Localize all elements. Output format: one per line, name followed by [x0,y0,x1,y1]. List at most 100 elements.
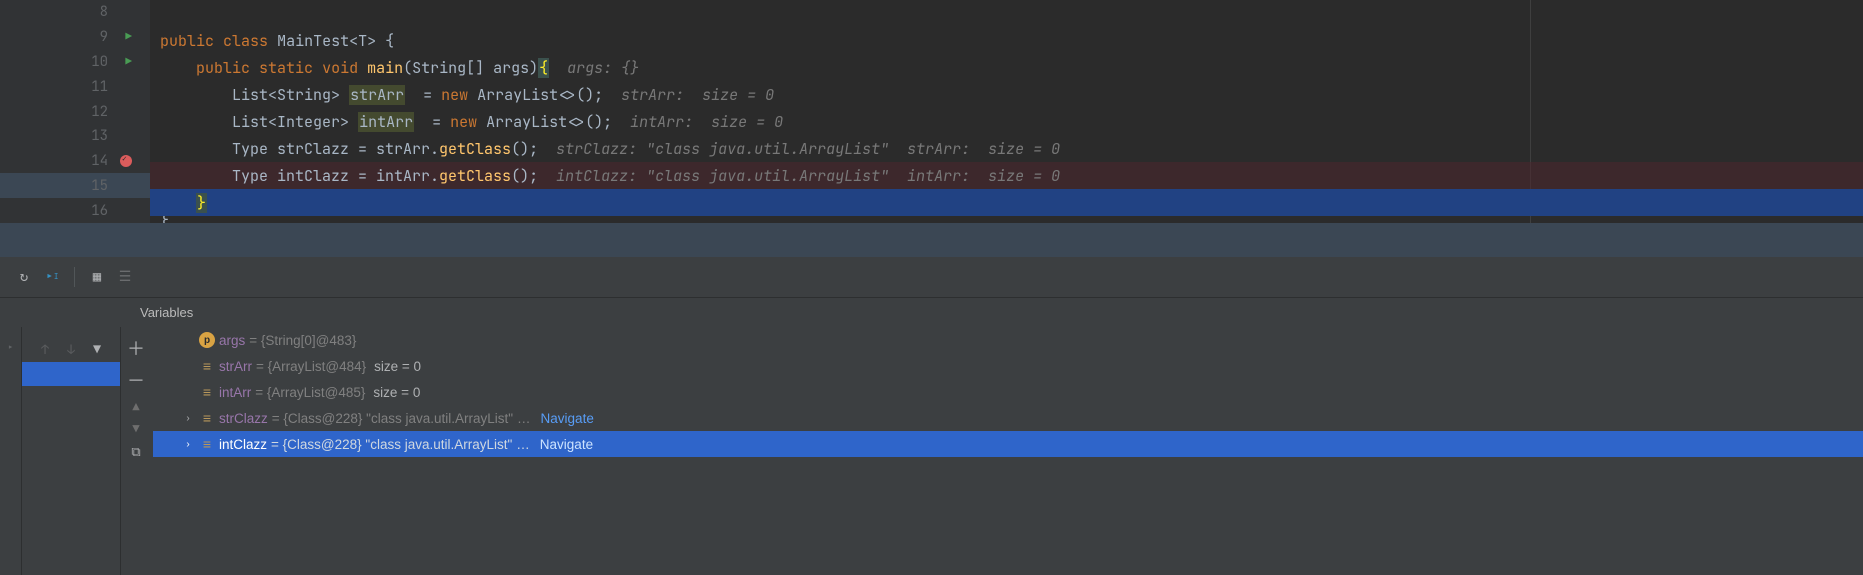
frames-toolbar: ↑ ↓ ▼ [22,327,120,575]
gutter-line-10[interactable]: 10▶ [0,50,150,75]
gutter-line-16[interactable]: 16 [0,198,150,223]
grid-icon[interactable]: ▦ [85,265,109,289]
object-icon: ≡ [199,358,215,374]
expand-chevron-icon[interactable]: › [181,413,195,424]
add-watch-icon[interactable]: ＋ [127,335,145,361]
rerun-icon[interactable]: ↻ [12,265,36,289]
variables-gutter: ＋ － ▲ ▼ ⧉ [121,327,151,575]
gutter-line-9[interactable]: 9▶ [0,25,150,50]
variable-row-args[interactable]: p args = {String[0]@483} [153,327,1863,353]
generic: <T> [349,31,376,51]
method-main: main [367,58,403,78]
variables-title: Variables [140,305,193,320]
variable-value: = {Class@228} "class java.util.ArrayList… [272,411,513,426]
gutter-line-12[interactable]: 12 [0,99,150,124]
code-line-15[interactable]: } [150,189,1863,216]
variable-row-intClazz[interactable]: › ≡ intClazz = {Class@228} "class java.ut… [153,431,1863,457]
move-up-icon[interactable]: ▲ [132,399,139,415]
code-line-14[interactable]: Type intClazz = intArr.getClass(); intCl… [150,162,1863,189]
variable-name: strArr [219,359,252,374]
copy-icon[interactable]: ⧉ [131,443,140,460]
gutter-line-11[interactable]: 11 [0,74,150,99]
variable-row-strArr[interactable]: ≡ strArr = {ArrayList@484} size = 0 [153,353,1863,379]
editor-gutter: 89▶10▶111213141516 [0,0,150,223]
chevron-right-icon[interactable]: ▸ [7,341,14,355]
code-line-11[interactable]: List<String> strArr = new ArrayList<>();… [150,81,1863,108]
inline-hint: strClazz: "class java.util.ArrayList" st… [538,139,1060,159]
variable-name: intClazz [219,437,267,452]
code-line-10[interactable]: public static void main(String[] args){ … [150,54,1863,81]
navigate-link[interactable]: Navigate [541,411,594,426]
ctor: ArrayList<>(); [468,85,603,105]
expand-chevron-icon[interactable]: › [181,439,195,450]
paren: (); [511,139,538,159]
code-editor[interactable]: 89▶10▶111213141516 public class MainTest… [0,0,1863,223]
variables-header: Variables [0,297,1863,327]
keyword-public: public [160,31,214,51]
breakpoint-icon[interactable] [120,155,132,167]
variable-row-intArr[interactable]: ≡ intArr = {ArrayList@485} size = 0 [153,379,1863,405]
variable-row-strClazz[interactable]: ›≡ strClazz = {Class@228} "class java.ut… [153,405,1863,431]
code-line-9[interactable]: public class MainTest<T> { [150,27,1863,54]
code-line-16[interactable]: } [150,216,1863,223]
equals: = [405,85,441,105]
variable-name: strClazz [219,411,268,426]
var-intarr: intArr [358,112,414,132]
ctor: ArrayList<>(); [477,112,612,132]
type: List [232,112,268,132]
ellipsis: … [517,411,531,426]
code-line-8[interactable] [150,0,1863,27]
run-gutter-icon[interactable]: ▶ [125,55,132,69]
inline-hint: intArr: size = 0 [612,112,783,132]
expr: intClazz = intArr. [277,166,439,186]
inline-hint: intClazz: "class java.util.ArrayList" in… [538,166,1060,186]
class-name: MainTest [277,31,349,51]
list-icon[interactable]: ☰ [113,265,137,289]
inline-hint: strArr: size = 0 [603,85,774,105]
keyword-static: static [259,58,313,78]
method-args: (String[] args) [403,58,538,78]
code-column[interactable]: public class MainTest<T> { public static… [150,0,1863,223]
method-getclass: getClass [439,139,511,159]
code-line-13[interactable]: Type strClazz = strArr.getClass(); strCl… [150,135,1863,162]
keyword-new: new [441,85,468,105]
object-icon: ≡ [199,384,215,400]
navigate-link[interactable]: Navigate [540,437,593,452]
keyword-class: class [223,31,268,51]
gutter-line-13[interactable]: 13 [0,124,150,149]
move-down-icon[interactable]: ▼ [132,421,139,437]
gutter-line-15[interactable]: 15 [0,173,150,198]
variable-value: = {String[0]@483} [249,333,356,348]
method-getclass: getClass [439,166,511,186]
cursor-icon[interactable]: ▸I [40,265,64,289]
frames-narrow-col: ▸ [0,327,22,575]
frame-up-icon[interactable]: ↑ [35,339,55,359]
brace-highlight: } [196,193,207,213]
gutter-line-8[interactable]: 8 [0,0,150,25]
run-gutter-icon[interactable]: ▶ [125,30,132,44]
debug-toolbar: ↻ ▸I ▦ ☰ [0,257,1863,297]
object-icon: ≡ [199,436,215,452]
type: Type [232,166,277,186]
type: <String> [268,85,340,105]
frame-down-icon[interactable]: ↓ [61,339,81,359]
brace: { [385,31,394,51]
filter-icon[interactable]: ▼ [87,339,107,359]
expr: strClazz = strArr. [277,139,439,159]
type: Type [232,139,277,159]
variable-value: = {ArrayList@484} [256,359,366,374]
variables-pane[interactable]: ＋ － ▲ ▼ ⧉ p args = {String[0]@483}≡ strA… [120,327,1863,575]
type: <Integer> [268,112,349,132]
toolbar-separator [74,267,75,287]
gutter-line-14[interactable]: 14 [0,149,150,174]
keyword-void: void [322,58,358,78]
brace: } [160,216,169,223]
variable-value: = {Class@228} "class java.util.ArrayList… [271,437,512,452]
param-icon: p [199,332,215,348]
variables-list[interactable]: p args = {String[0]@483}≡ strArr = {Arra… [153,327,1863,457]
code-line-12[interactable]: List<Integer> intArr = new ArrayList<>()… [150,108,1863,135]
variable-value: = {ArrayList@485} [255,385,365,400]
variable-extra: size = 0 [374,359,421,374]
selected-frame[interactable] [22,362,120,386]
remove-watch-icon[interactable]: － [127,367,145,393]
